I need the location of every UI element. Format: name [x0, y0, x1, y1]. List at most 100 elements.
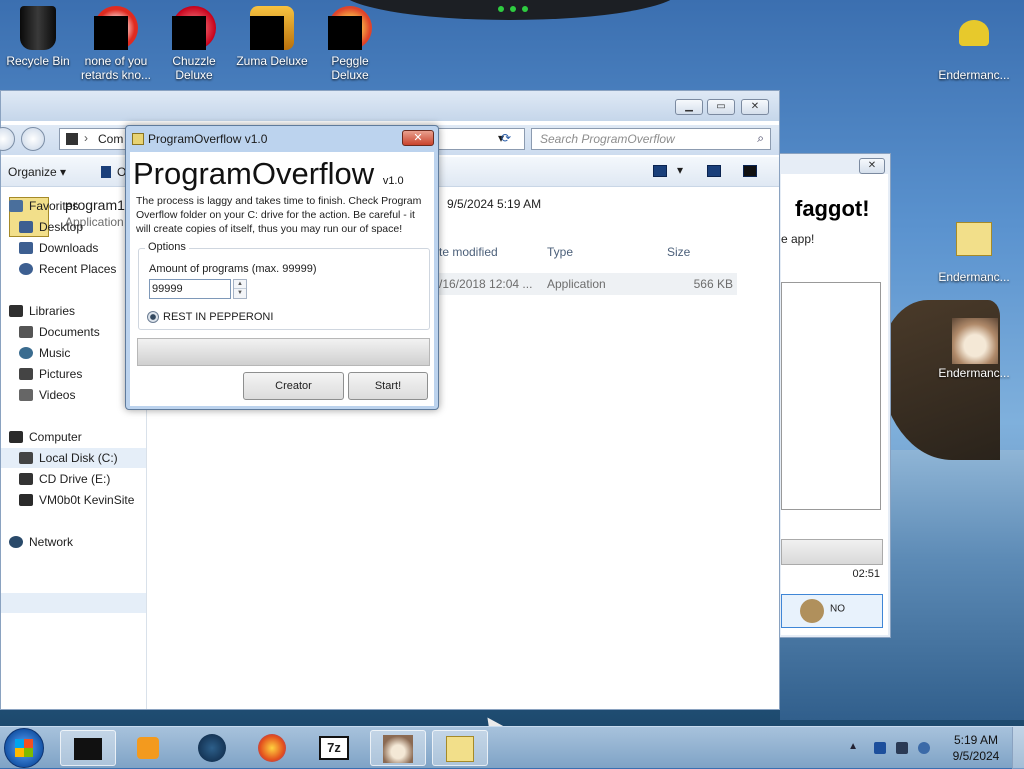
music-icon: [19, 347, 33, 359]
system-clock[interactable]: 5:19 AM 9/5/2024: [946, 732, 1006, 764]
nav-libraries[interactable]: Libraries: [9, 301, 75, 321]
trash-icon: [20, 6, 56, 50]
organize-button[interactable]: Organize ▾: [8, 165, 66, 179]
desktop-icon-label: none of you retards kno...: [80, 54, 152, 82]
dialog-body: ProgramOverflow v1.0 The process is lagg…: [130, 152, 434, 406]
nav-recent-places[interactable]: Recent Places: [19, 259, 116, 279]
search-placeholder: Search ProgramOverflow: [540, 132, 675, 146]
nav-local-disk[interactable]: [1, 593, 146, 613]
start-button[interactable]: [4, 728, 44, 768]
nav-label: Videos: [39, 388, 76, 402]
maximize-button[interactable]: ▭: [707, 99, 735, 115]
help-icon[interactable]: [743, 165, 757, 177]
nav-label: VM0b0t KevinSite: [39, 493, 135, 507]
radio-label[interactable]: REST IN PEPPERONI: [163, 311, 273, 323]
desktop-icon-label: Chuzzle Deluxe: [172, 54, 216, 82]
taskbar-app-firefox[interactable]: [244, 730, 300, 766]
desktop-shortcut-peggle[interactable]: Peggle Deluxe: [312, 6, 388, 82]
forward-button[interactable]: [21, 127, 45, 151]
column-size[interactable]: Size: [667, 245, 690, 259]
taskbar-app-globe[interactable]: [184, 730, 240, 766]
nav-desktop[interactable]: Desktop: [19, 217, 83, 237]
tray-icon[interactable]: [874, 742, 886, 754]
desktop-icon-label: Recycle Bin: [6, 54, 70, 68]
progress-bar: [781, 539, 883, 565]
app-heading: ProgramOverflow v1.0: [133, 156, 404, 192]
column-type[interactable]: Type: [547, 245, 573, 259]
taskbar-app-7zip[interactable]: 7z: [306, 730, 362, 766]
nav-label: Desktop: [39, 220, 84, 234]
nav-documents[interactable]: Documents: [19, 322, 100, 342]
start-button[interactable]: Start!: [348, 372, 428, 400]
nav-videos[interactable]: Videos: [19, 385, 75, 405]
recycle-bin-icon[interactable]: Recycle Bin: [0, 6, 76, 68]
show-desktop-button[interactable]: [1012, 727, 1024, 769]
column-headers: te modified Type Size: [435, 241, 781, 265]
close-button[interactable]: ✕: [741, 99, 769, 115]
no-button[interactable]: NO: [781, 594, 883, 628]
dialog-headline: faggot!: [795, 196, 870, 221]
nav-pictures[interactable]: Pictures: [19, 364, 82, 384]
taskbar-app-programoverflow[interactable]: [432, 730, 488, 766]
amount-stepper[interactable]: ▲ ▼: [233, 279, 247, 299]
stepper-down-icon[interactable]: ▼: [234, 289, 246, 298]
view-options-icon[interactable]: [653, 165, 667, 177]
nav-local-disk-c[interactable]: Local Disk (C:): [1, 448, 146, 468]
open-button[interactable]: O: [101, 165, 126, 179]
organize-label: Organize: [8, 165, 57, 179]
taskbar-app-media-player[interactable]: [120, 730, 176, 766]
nav-cd-drive[interactable]: CD Drive (E:): [19, 469, 110, 489]
nav-label: Music: [39, 346, 71, 360]
nav-label: Computer: [29, 430, 82, 444]
close-button[interactable]: ✕: [859, 158, 885, 174]
nav-network[interactable]: Network: [9, 532, 73, 552]
desktop-shortcut-endermanc-3[interactable]: Endermanc...: [936, 318, 1012, 380]
amount-input[interactable]: 99999: [149, 279, 231, 299]
desktop-icon-label: Peggle Deluxe: [331, 54, 369, 82]
desktop-icon-label: Endermanc...: [938, 366, 1010, 380]
table-row[interactable]: /16/2018 12:04 ... Application 566 KB: [435, 273, 737, 295]
column-date-modified[interactable]: te modified: [439, 245, 498, 259]
close-button[interactable]: ✕: [402, 130, 434, 146]
back-button[interactable]: [0, 127, 15, 151]
search-input[interactable]: Search ProgramOverflow ⌕: [531, 128, 771, 150]
rest-in-pepperoni-radio[interactable]: [147, 311, 159, 323]
nav-label: Local Disk (C:): [39, 451, 118, 465]
description-text: The process is laggy and takes time to f…: [136, 195, 422, 235]
desktop-icon-label: Endermanc...: [938, 68, 1010, 82]
cat-image-icon: [952, 318, 998, 364]
creator-button[interactable]: Creator: [243, 372, 344, 400]
refresh-icon[interactable]: ⟳: [501, 131, 511, 145]
show-hidden-icons[interactable]: ▲: [848, 741, 858, 752]
computer-icon: [9, 431, 23, 443]
minimize-button[interactable]: ▁: [675, 99, 703, 115]
nav-label: Network: [29, 535, 74, 549]
nav-label: Downloads: [39, 241, 99, 255]
nav-favorites[interactable]: Favorites: [9, 196, 78, 216]
display-icon[interactable]: [896, 742, 908, 754]
desktop-shortcut-none-of-you[interactable]: none of you retards kno...: [78, 6, 154, 82]
preview-pane-icon[interactable]: [707, 165, 721, 177]
stepper-up-icon[interactable]: ▲: [234, 280, 246, 289]
nav-label: Recent Places: [39, 262, 117, 276]
desktop-shortcut-endermanc-1[interactable]: Endermanc...: [936, 12, 1012, 82]
downloads-icon: [19, 242, 33, 254]
desktop-shortcut-zuma[interactable]: Zuma Deluxe: [234, 6, 310, 68]
windows-logo-icon: [15, 739, 33, 757]
taskbar-app-terminal[interactable]: [60, 730, 116, 766]
nav-music[interactable]: Music: [19, 343, 70, 363]
media-player-icon: [137, 737, 159, 759]
chevron-down-icon[interactable]: ▾: [677, 163, 683, 177]
nav-downloads[interactable]: Downloads: [19, 238, 98, 258]
no-label: NO: [830, 603, 845, 615]
nav-computer[interactable]: Computer: [9, 427, 82, 447]
star-icon: [9, 200, 23, 212]
nav-vm-share[interactable]: VM0b0t KevinSite: [19, 490, 134, 510]
desktop-shortcut-chuzzle[interactable]: Chuzzle Deluxe: [156, 6, 232, 82]
nav-label: Favorites: [29, 199, 79, 213]
address-text: Com: [98, 132, 124, 146]
taskbar-app-image[interactable]: [370, 730, 426, 766]
desktop-shortcut-endermanc-2[interactable]: Endermanc...: [936, 216, 1012, 284]
chevron-right-icon: ›: [84, 131, 88, 145]
volume-icon[interactable]: [918, 742, 930, 754]
